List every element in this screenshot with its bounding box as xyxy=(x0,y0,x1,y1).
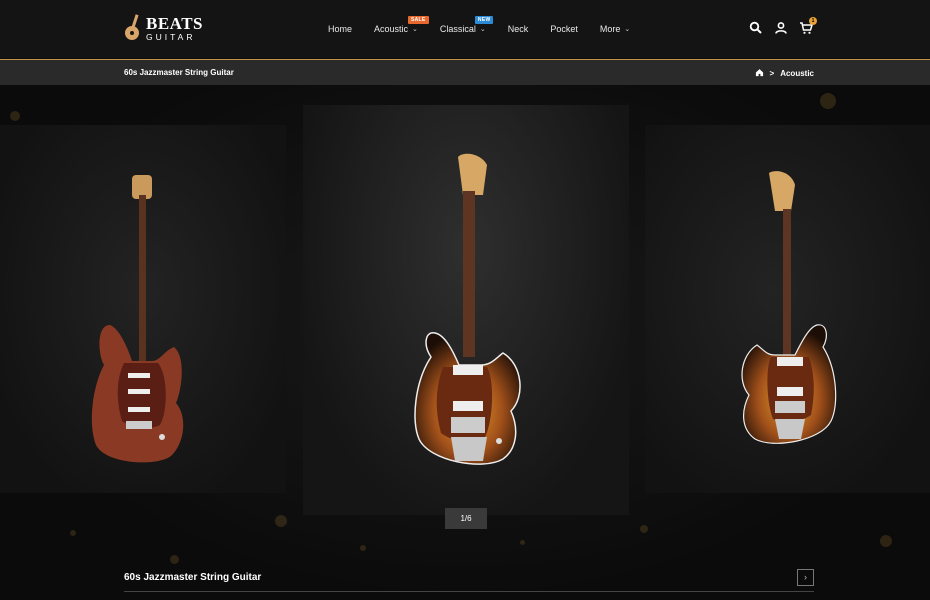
breadcrumb: > Acoustic xyxy=(755,68,814,79)
nav-item-classical[interactable]: NEW Classical ⌄ xyxy=(439,16,494,34)
nav-label: More xyxy=(599,24,621,34)
cart-count-badge: 1 xyxy=(809,17,817,25)
product-title: 60s Jazzmaster String Guitar xyxy=(124,572,262,583)
red-stratocaster-image xyxy=(91,175,184,463)
nav-label: Acoustic xyxy=(374,24,409,34)
gallery-slide-active[interactable] xyxy=(303,105,629,515)
sunburst-jazzmaster-image xyxy=(414,153,521,465)
breadcrumb-separator: > xyxy=(769,69,775,78)
divider xyxy=(124,591,814,592)
header-actions: 1 xyxy=(749,17,817,35)
main-nav: Home SALE Acoustic ⌄ NEW Classical ⌄ Nec… xyxy=(328,16,652,34)
sale-badge: SALE xyxy=(408,16,429,24)
nav-label: Pocket xyxy=(550,24,578,34)
nav-item-home[interactable]: Home xyxy=(328,24,352,34)
nav-label: Home xyxy=(328,24,353,34)
site-header: BEATS GUITAR Home SALE Acoustic ⌄ NEW Cl… xyxy=(0,0,930,58)
nav-item-neck[interactable]: Neck xyxy=(508,24,529,34)
page-title: 60s Jazzmaster String Guitar xyxy=(124,68,234,77)
sunburst-jazzmaster-lefty-image xyxy=(741,171,837,444)
nav-label: Neck xyxy=(507,24,529,34)
chevron-right-icon[interactable]: › xyxy=(797,569,814,586)
cart-icon[interactable]: 1 xyxy=(799,17,817,35)
brand-subtitle: GUITAR xyxy=(146,31,196,42)
product-gallery: 1/6 60s Jazzmaster String Guitar › xyxy=(0,85,930,600)
brand-logo[interactable]: BEATS GUITAR xyxy=(124,14,203,42)
chevron-down-icon: ⌄ xyxy=(479,26,486,33)
gallery-slide-next[interactable] xyxy=(645,125,930,493)
breadcrumb-bar: 60s Jazzmaster String Guitar > Acoustic xyxy=(0,59,930,85)
chevron-down-icon: ⌄ xyxy=(412,26,418,33)
guitar-logo-icon xyxy=(124,14,140,42)
brand-title: BEATS xyxy=(146,13,203,33)
home-icon[interactable] xyxy=(755,68,764,79)
chevron-down-icon: ⌄ xyxy=(624,26,631,33)
search-icon[interactable] xyxy=(749,21,763,35)
user-icon[interactable] xyxy=(774,21,788,35)
gallery-slide-prev[interactable] xyxy=(0,125,286,493)
nav-item-pocket[interactable]: Pocket xyxy=(550,24,578,34)
nav-item-more[interactable]: More ⌄ xyxy=(600,24,630,34)
nav-item-acoustic[interactable]: SALE Acoustic ⌄ xyxy=(374,16,429,34)
new-badge: NEW xyxy=(474,16,494,24)
slide-counter: 1/6 xyxy=(445,508,487,529)
breadcrumb-current[interactable]: Acoustic xyxy=(780,69,814,78)
nav-label: Classical xyxy=(439,24,476,34)
